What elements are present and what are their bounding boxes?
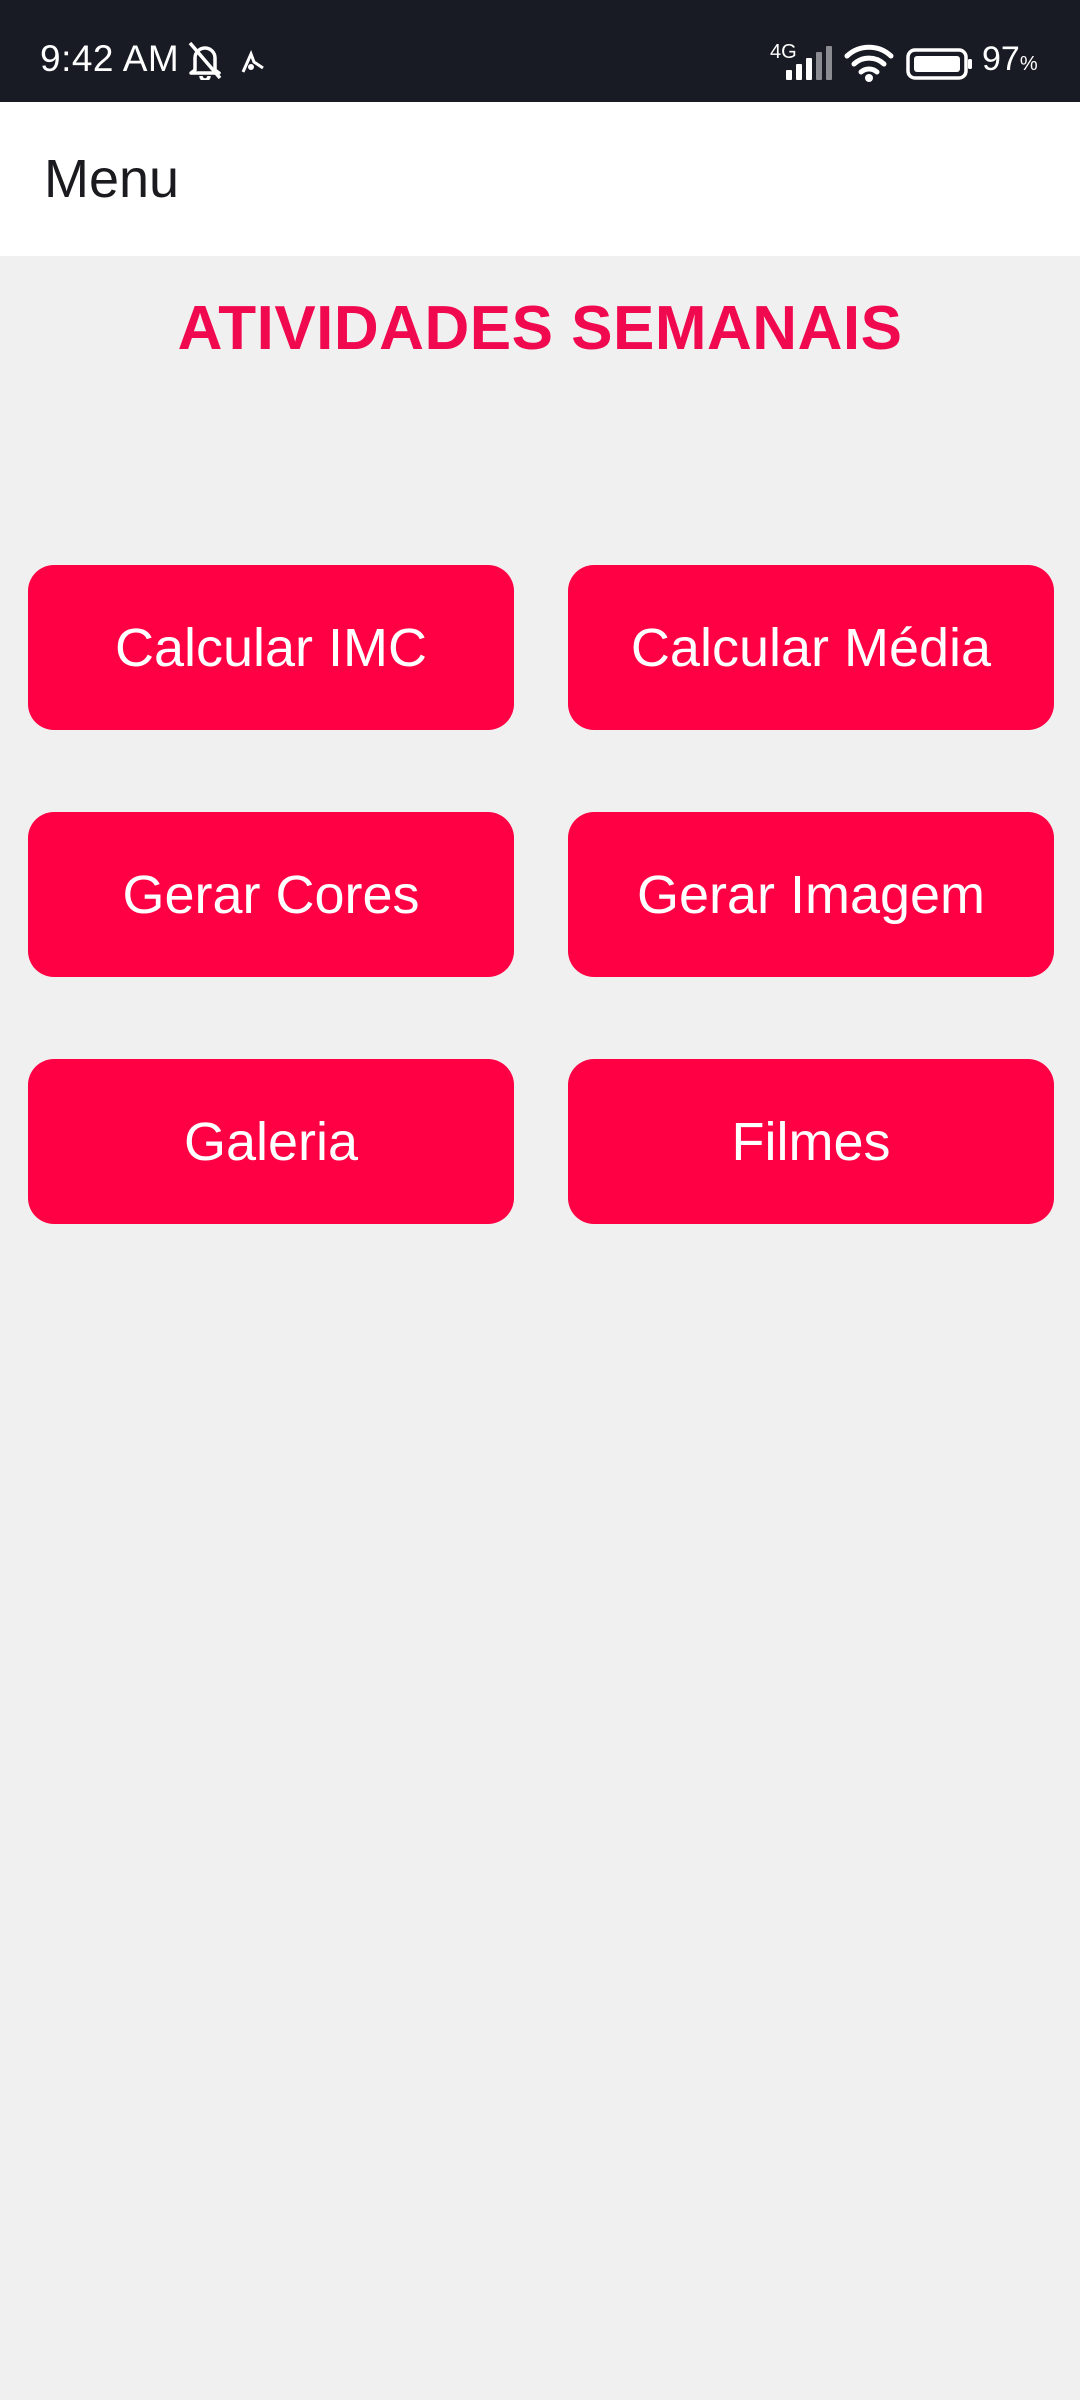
battery-icon	[906, 48, 974, 80]
wifi-icon	[844, 44, 894, 82]
status-time: 9:42 AM	[40, 38, 180, 79]
gerar-imagem-button[interactable]: Gerar Imagem	[568, 812, 1054, 977]
app-bar: Menu	[0, 102, 1080, 256]
app-title: Menu	[44, 149, 180, 209]
gerar-cores-button[interactable]: Gerar Cores	[28, 812, 514, 977]
status-bar: 9:42 AM 4G 97%	[0, 0, 1080, 102]
calcular-imc-button[interactable]: Calcular IMC	[28, 565, 514, 730]
battery-percent: 97%	[982, 42, 1038, 76]
filmes-button[interactable]: Filmes	[568, 1059, 1054, 1224]
app-notification-icon	[240, 50, 266, 76]
muted-bell-icon	[186, 40, 224, 80]
page-heading: ATIVIDADES SEMANAIS	[177, 294, 903, 363]
calcular-media-button[interactable]: Calcular Média	[568, 565, 1054, 730]
galeria-button[interactable]: Galeria	[28, 1059, 514, 1224]
battery-percent-unit: %	[1019, 53, 1038, 75]
cellular-signal-icon	[784, 46, 834, 80]
battery-percent-value: 97	[982, 40, 1020, 78]
